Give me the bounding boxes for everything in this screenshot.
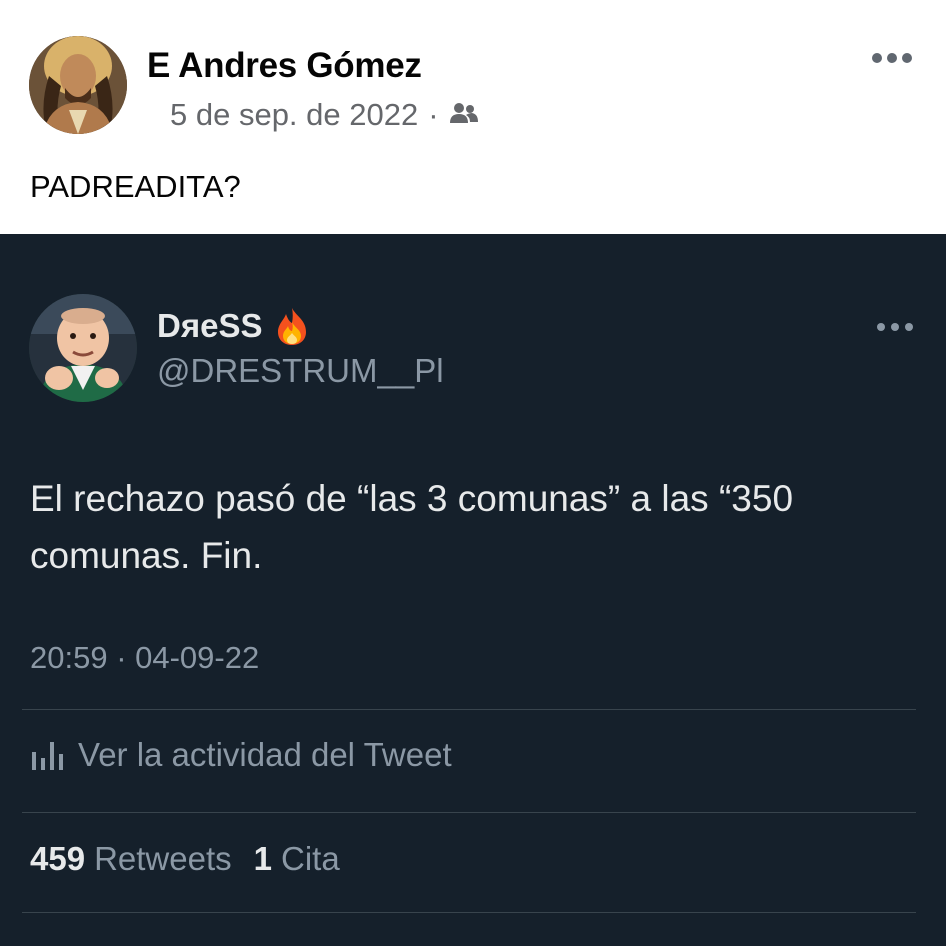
fire-emoji-icon <box>278 308 307 345</box>
divider <box>22 709 916 710</box>
divider <box>22 912 916 913</box>
tweet-card: DяeSS @DRESTRUM__Pl El rechazo pasó de “… <box>0 234 946 946</box>
tweet-timestamp[interactable]: 20:59 · 04-09-22 <box>30 640 259 676</box>
post-text: PADREADITA? <box>30 169 241 204</box>
quotes-count: 1 <box>253 840 272 877</box>
retweets-stat[interactable]: 459 Retweets <box>30 840 232 878</box>
divider <box>22 812 916 813</box>
tweet-handle[interactable]: @DRESTRUM__Pl <box>157 352 444 390</box>
quotes-label: Cita <box>280 840 340 877</box>
tweet-display-name[interactable]: DяeSS <box>157 306 310 346</box>
author-avatar[interactable] <box>29 36 127 134</box>
tweet-activity-link[interactable]: Ver la actividad del Tweet <box>30 736 452 774</box>
retweets-count: 459 <box>30 840 86 877</box>
activity-label: Ver la actividad del Tweet <box>78 736 452 773</box>
more-horizontal-icon[interactable] <box>876 320 914 334</box>
post-date[interactable]: 5 de sep. de 2022 <box>170 97 418 133</box>
display-name-text: DяeSS <box>157 307 263 344</box>
tweet-stats: 459 Retweets 1 Cita <box>30 840 340 878</box>
meta-separator: · <box>428 97 439 132</box>
tweet-avatar[interactable] <box>29 294 137 402</box>
retweets-label: Retweets <box>94 840 232 877</box>
tweet-text: El rechazo pasó de “las 3 comunas” a las… <box>30 478 794 576</box>
facebook-post: E Andres Gómez 5 de sep. de 2022 · PADRE… <box>0 0 946 234</box>
author-name[interactable]: E Andres Gómez <box>147 46 422 86</box>
friends-icon[interactable] <box>449 97 479 133</box>
quotes-stat[interactable]: 1 Cita <box>254 840 340 878</box>
analytics-bars-icon <box>32 742 63 770</box>
more-horizontal-icon[interactable] <box>870 46 914 70</box>
post-meta: 5 de sep. de 2022 · <box>170 97 479 133</box>
